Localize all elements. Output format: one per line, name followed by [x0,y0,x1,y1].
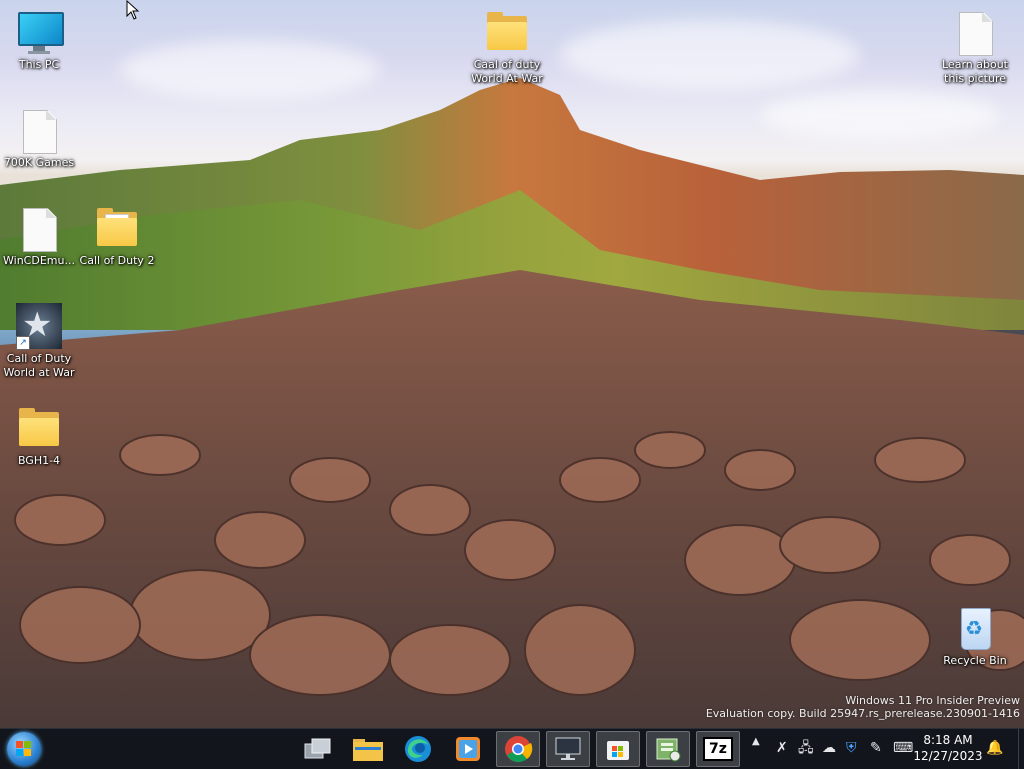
document-icon [15,106,63,154]
taskbar-7zip[interactable]: 7z [696,731,740,767]
desktop-icon-bgh1-4[interactable]: BGH1-4 [1,404,77,468]
tray-security-shield-icon[interactable]: ⛨ [846,739,857,757]
desktop-icon-wincdemu[interactable]: WinCDEmu... [1,204,77,268]
desktop-icon-cod-world-at-war[interactable]: ★ ↗ Call of Duty World at War [1,302,77,380]
desktop-icon-label: Call of Duty 2 [79,254,155,267]
taskbar-store[interactable] [596,731,640,767]
desktop-icon-this-pc[interactable]: This PC [1,8,77,72]
windows-logo-icon [16,741,32,757]
desktop-icon-label: WinCDEmu... [3,254,75,267]
task-view-icon [304,738,331,759]
chrome-icon [505,736,533,763]
remote-desktop-icon [555,737,581,760]
store-icon [607,741,629,760]
shortcut-arrow-icon: ↗ [16,336,30,350]
taskbar-clock[interactable]: 8:18 AM 12/27/2023 [912,732,984,764]
clock-date: 12/27/2023 [913,749,983,763]
desktop-icon-label: This PC [18,58,60,71]
start-button[interactable] [7,732,41,766]
taskbar-chrome[interactable] [496,731,540,767]
archive-icon [656,738,681,762]
star-game-icon: ★ ↗ [15,302,63,350]
build-watermark: Windows 11 Pro Insider Preview Evaluatio… [706,694,1020,720]
tray-pen-icon[interactable]: ✎ [870,739,882,757]
folder-icon [93,204,141,252]
clock-time: 8:18 AM [923,733,973,747]
7zip-icon: 7z [703,737,733,761]
7zip-label: 7z [709,741,727,757]
watermark-line: Windows 11 Pro Insider Preview [845,694,1020,707]
taskbar-task-view[interactable] [296,731,340,767]
document-icon [951,8,999,56]
edge-icon [405,736,431,762]
desktop-icon-700k-games[interactable]: 700K Games [1,106,77,170]
desktop-icon-label: BGH1-4 [17,454,61,467]
folder-icon [483,8,531,56]
desktop-icon-label: 700K Games [3,156,75,169]
file-explorer-icon [353,739,383,761]
watermark-line: Evaluation copy. Build 25947.rs_prerelea… [705,707,1020,720]
notifications-bell-icon[interactable]: 🔔 [986,739,1003,757]
taskbar-archive-tool[interactable] [646,731,690,767]
wallpaper-landscape [0,78,1024,728]
desktop-icon-call-of-duty-2[interactable]: Call of Duty 2 [79,204,155,268]
tray-shield-x-icon[interactable]: ✗ [776,739,788,757]
tray-network-icon[interactable]: 🖧 [798,739,814,757]
desktop-icon-label: Call of Duty World at War [3,352,75,379]
taskbar-remote-desktop[interactable] [546,731,590,767]
tray-overflow-chevron-icon[interactable]: ▲ [752,733,760,751]
taskbar-media-player[interactable] [446,731,490,767]
recycle-bin-icon: ♻ [951,604,999,652]
taskbar-edge[interactable] [396,731,440,767]
desktop[interactable]: This PC 700K Games WinCDEmu... Call of D… [0,0,1024,728]
desktop-icon-label: Recycle Bin [943,654,1007,667]
show-desktop-button[interactable] [1018,729,1024,769]
desktop-icon-learn-about-picture[interactable]: Learn about this picture [937,8,1013,86]
desktop-icon-label: Caal of duty World At War [471,58,543,85]
this-pc-icon [15,8,64,56]
folder-icon [15,404,63,452]
mouse-cursor-icon [126,0,140,20]
document-icon [15,204,63,252]
tray-keyboard-icon[interactable]: ⌨ [893,739,913,757]
taskbar: 7z ▲ ✗ 🖧 ☁ ⛨ ✎ ⌨ 8:18 AM 12/27/2023 🔔 [0,728,1024,769]
taskbar-file-explorer[interactable] [346,731,390,767]
desktop-icon-caal-of-duty[interactable]: Caal of duty World At War [469,8,545,86]
tray-cloud-icon[interactable]: ☁ [822,739,836,757]
desktop-icon-label: Learn about this picture [942,58,1008,85]
desktop-icon-recycle-bin[interactable]: ♻ Recycle Bin [937,604,1013,668]
media-player-icon [456,737,480,761]
